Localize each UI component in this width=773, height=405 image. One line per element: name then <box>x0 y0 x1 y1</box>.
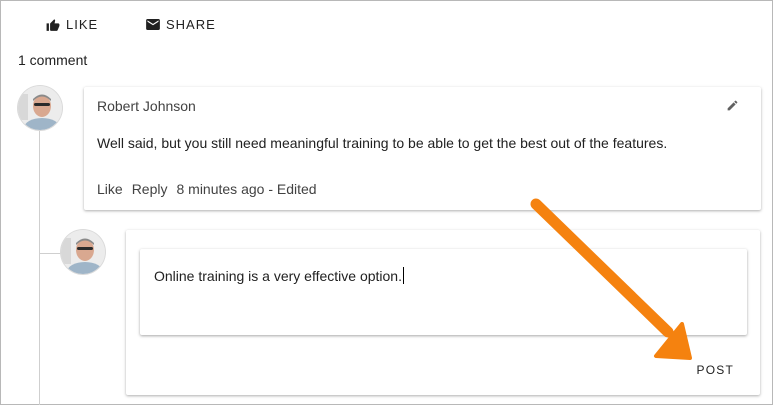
comment-like-link[interactable]: Like <box>97 181 123 197</box>
comment-timestamp: 8 minutes ago - Edited <box>176 181 317 197</box>
avatar[interactable] <box>18 86 62 130</box>
like-label: LIKE <box>66 16 99 32</box>
share-label: SHARE <box>166 16 216 32</box>
thread-line <box>39 128 40 405</box>
pencil-icon <box>727 100 738 111</box>
share-button[interactable]: SHARE <box>146 14 216 34</box>
reply-avatar <box>61 230 105 274</box>
email-icon <box>146 18 160 30</box>
text-caret <box>403 267 404 284</box>
arrow-icon <box>530 198 692 360</box>
comment-count: 1 comment <box>18 52 88 68</box>
reply-input-value: Online training is a very effective opti… <box>154 268 402 284</box>
comment-text: Well said, but you still need meaningful… <box>97 135 668 151</box>
comment-meta: Like Reply 8 minutes ago - Edited <box>97 181 317 197</box>
comment-author[interactable]: Robert Johnson <box>97 98 196 114</box>
comment-reply-link[interactable]: Reply <box>132 181 168 197</box>
thumb-up-icon <box>46 18 60 31</box>
thread-connector <box>39 253 61 254</box>
like-button[interactable]: LIKE <box>46 14 98 34</box>
edit-button[interactable] <box>726 99 739 117</box>
reply-input-text: Online training is a very effective opti… <box>154 267 404 284</box>
